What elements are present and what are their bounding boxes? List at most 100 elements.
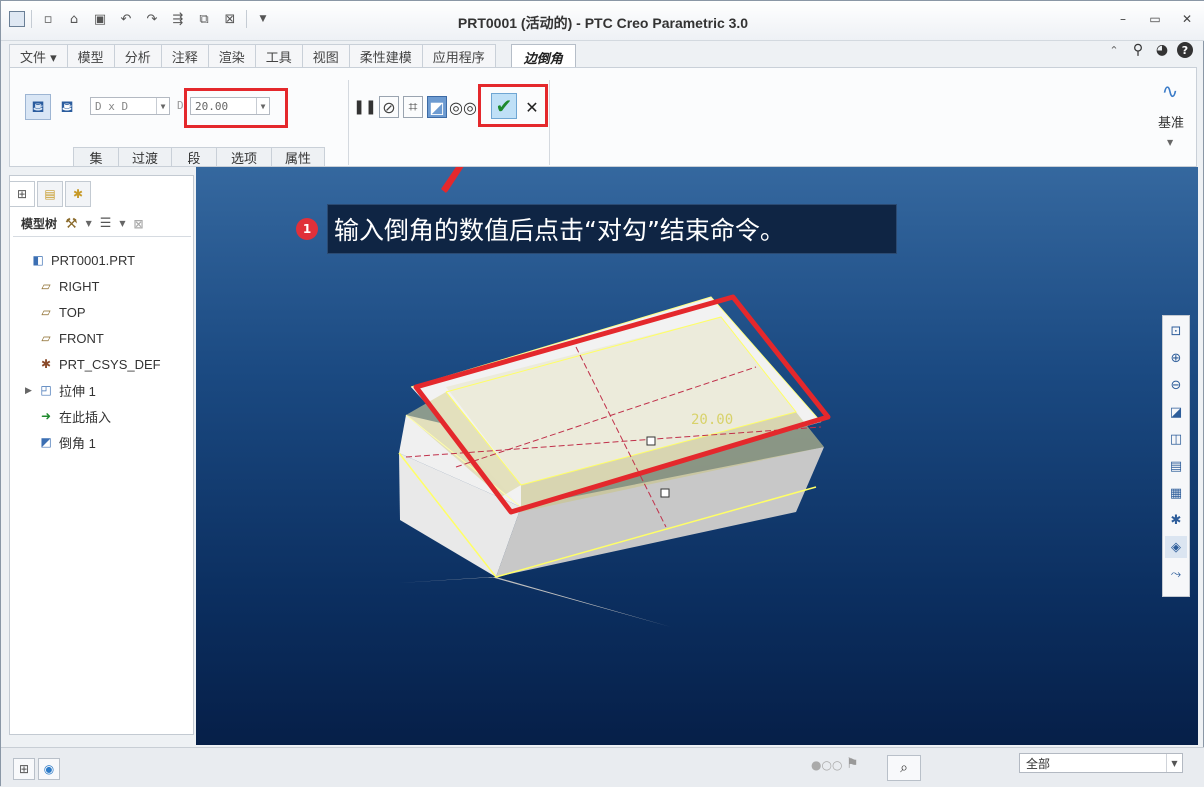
- tree-item-label: 在此插入: [59, 409, 112, 425]
- ribbon-right-icons: ⌃ ⚲ ◕ ?: [1105, 41, 1193, 59]
- annotation-display-icon[interactable]: ◈: [1165, 536, 1187, 558]
- tab-render[interactable]: 渲染: [207, 44, 256, 68]
- tree-item-label: PRT_CSYS_DEF: [59, 356, 161, 372]
- filter-icon[interactable]: ⊠: [134, 217, 144, 231]
- search-icon[interactable]: ⚲: [1129, 41, 1147, 59]
- group-options[interactable]: 选项: [216, 147, 272, 167]
- dimension-scheme-select[interactable]: D x D ▼: [90, 97, 170, 115]
- app-window: ▫ ⌂ ▣ ↶ ↷ ⇶ ⧉ ⊠ ▼ PRT0001 (活动的) - PTC Cr…: [0, 0, 1204, 787]
- chamfer-icon: ◩: [40, 435, 52, 449]
- selection-filter-value: 全部: [1026, 756, 1051, 771]
- group-pieces[interactable]: 段: [171, 147, 217, 167]
- tree-item-label: PRT0001.PRT: [51, 252, 136, 268]
- tab-file[interactable]: 文件 ▾: [9, 44, 68, 68]
- show-icon[interactable]: ☰: [100, 216, 112, 231]
- insert-arrow-icon: ➜: [40, 409, 52, 423]
- help-icon[interactable]: ?: [1177, 42, 1193, 58]
- view-toolbar: ⊡ ⊕ ⊖ ◪ ◫ ▤ ▦ ✱ ◈ ⤳: [1162, 315, 1190, 597]
- zoom-out-icon[interactable]: ⊖: [1165, 374, 1187, 396]
- navigator-tabs: ⊞ ▤ ✱: [9, 181, 91, 207]
- tree-item-insert-here[interactable]: ➜ 在此插入: [17, 403, 161, 429]
- settings-icon[interactable]: ⚒: [65, 216, 78, 232]
- geometry-preview-icon[interactable]: ⌗: [403, 96, 423, 118]
- browser-toggle-icon[interactable]: ◉: [38, 758, 60, 780]
- group-transitions[interactable]: 过渡: [118, 147, 172, 167]
- spin-center-icon[interactable]: ⤳: [1165, 563, 1187, 585]
- separator: [549, 80, 550, 165]
- tree-item-top[interactable]: ▱ TOP: [17, 299, 161, 325]
- tab-annotate[interactable]: 注释: [160, 44, 209, 68]
- dimension-label[interactable]: 20.00: [691, 412, 733, 428]
- title-bar: ▫ ⌂ ▣ ↶ ↷ ⇶ ⧉ ⊠ ▼ PRT0001 (活动的) - PTC Cr…: [1, 1, 1204, 41]
- datum-curve-icon[interactable]: ∿: [1156, 78, 1184, 104]
- saved-views-icon[interactable]: ▤: [1165, 455, 1187, 477]
- tree-item-chamfer[interactable]: ◩ 倒角 1: [17, 429, 161, 455]
- navigator-toggle-icon[interactable]: ⊞: [13, 758, 35, 780]
- no-preview-icon[interactable]: ⊘: [379, 96, 399, 118]
- chevron-down-icon[interactable]: ▼: [119, 219, 125, 228]
- selection-filter-select[interactable]: 全部 ▼: [1019, 753, 1183, 773]
- folder-browser-tab-icon[interactable]: ▤: [37, 181, 63, 207]
- drag-handle[interactable]: [660, 488, 670, 498]
- close-icon[interactable]: ✕: [1179, 11, 1195, 27]
- chevron-down-icon[interactable]: ▼: [1167, 138, 1173, 147]
- drag-handle[interactable]: [646, 436, 656, 446]
- refit-icon[interactable]: ⊡: [1165, 320, 1187, 342]
- maximize-icon[interactable]: ▭: [1147, 11, 1163, 27]
- part-icon: ◧: [32, 253, 44, 267]
- tab-view[interactable]: 视图: [301, 44, 350, 68]
- edge-chamfer-mode-icon[interactable]: ⛾: [25, 94, 51, 120]
- tab-edge-chamfer[interactable]: 边倒角: [510, 44, 576, 69]
- tab-flexible-modeling[interactable]: 柔性建模: [348, 44, 423, 68]
- tab-applications[interactable]: 应用程序: [421, 44, 496, 68]
- datum-plane-icon: ▱: [41, 331, 51, 345]
- tree-item-right[interactable]: ▱ RIGHT: [17, 273, 161, 299]
- tab-analysis[interactable]: 分析: [113, 44, 162, 68]
- separator: [348, 80, 349, 165]
- model-tree-tab-icon[interactable]: ⊞: [9, 181, 35, 207]
- group-sets[interactable]: 集: [73, 147, 119, 167]
- confirm-highlight-box: [478, 84, 548, 127]
- instruction-callout: 输入倒角的数值后点击“对勾”结束命令。: [327, 204, 897, 254]
- flag-icon[interactable]: ⚑: [846, 756, 859, 772]
- zoom-in-icon[interactable]: ⊕: [1165, 347, 1187, 369]
- tree-item-label: RIGHT: [59, 278, 100, 294]
- expand-arrow-icon[interactable]: ▶: [25, 385, 37, 396]
- graphics-viewport[interactable]: 20.00 1 输入倒角的数值后点击“对勾”结束命令。 ⊡ ⊕ ⊖ ◪ ◫ ▤ …: [196, 167, 1198, 745]
- tree-item-front[interactable]: ▱ FRONT: [17, 325, 161, 351]
- tree-item-label: FRONT: [59, 330, 104, 346]
- display-style-icon[interactable]: ◫: [1165, 428, 1187, 450]
- tree-item-label: 拉伸 1: [59, 383, 96, 399]
- dimension-scheme-value: D x D: [95, 99, 129, 113]
- tab-tools[interactable]: 工具: [254, 44, 303, 68]
- community-icon[interactable]: ◕: [1153, 41, 1171, 59]
- pause-icon[interactable]: ❚❚: [353, 96, 376, 118]
- find-icon[interactable]: ⌕: [887, 755, 921, 781]
- verify-preview-icon[interactable]: ◩: [427, 96, 447, 118]
- group-properties[interactable]: 属性: [271, 147, 325, 167]
- tree-item-csys[interactable]: ✱ PRT_CSYS_DEF: [17, 351, 161, 377]
- repaint-icon[interactable]: ◪: [1165, 401, 1187, 423]
- ribbon-tabs: 文件 ▾ 模型 分析 注释 渲染 工具 视图 柔性建模 应用程序 边倒角: [9, 44, 576, 69]
- model-tree-toolbar: 模型树 ⚒ ▼ ☰ ▼ ⊠: [13, 211, 191, 237]
- chevron-down-icon: ▼: [156, 98, 169, 114]
- tab-model[interactable]: 模型: [66, 44, 115, 68]
- favorites-tab-icon[interactable]: ✱: [65, 181, 91, 207]
- tree-item-extrude[interactable]: ▶ ◰ 拉伸 1: [17, 377, 161, 403]
- d-label: D: [177, 99, 184, 112]
- corner-chamfer-mode-icon[interactable]: ⛾: [56, 94, 78, 120]
- step-number-badge: 1: [296, 218, 318, 240]
- collapse-ribbon-icon[interactable]: ⌃: [1105, 41, 1123, 59]
- message-dots-icon: ●○○: [811, 758, 843, 772]
- view-manager-icon[interactable]: ▦: [1165, 482, 1187, 504]
- datum-label[interactable]: 基准: [1158, 112, 1184, 131]
- verify-mode-icon[interactable]: ◎◎: [449, 96, 477, 118]
- box-front-face: [399, 577, 671, 627]
- callout-arrow-line: [444, 167, 464, 192]
- tree-item-label: 倒角 1: [59, 435, 96, 451]
- callout-arrow: [441, 167, 463, 193]
- tree-item-part[interactable]: ◧ PRT0001.PRT: [17, 247, 161, 273]
- chevron-down-icon[interactable]: ▼: [86, 219, 92, 228]
- datum-display-icon[interactable]: ✱: [1165, 509, 1187, 531]
- minimize-icon[interactable]: –: [1115, 11, 1131, 27]
